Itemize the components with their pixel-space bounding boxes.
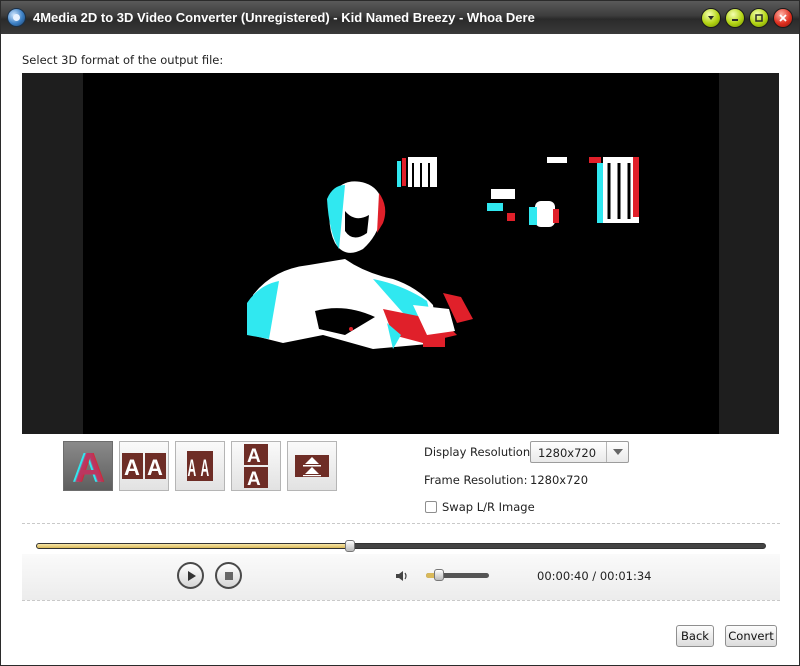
- anaglyph-video-image: [247, 156, 639, 349]
- volume-handle[interactable]: [433, 569, 444, 581]
- display-resolution-select[interactable]: 1280x720: [530, 441, 629, 463]
- play-icon: [187, 570, 196, 581]
- speaker-icon[interactable]: [394, 568, 410, 584]
- swap-lr-label[interactable]: Swap L/R Image: [442, 500, 535, 514]
- title-bar[interactable]: 4Media 2D to 3D Video Converter (Unregis…: [1, 1, 799, 34]
- film-reel-icon[interactable]: [7, 8, 26, 27]
- top-bottom-icon: A A: [244, 444, 268, 488]
- stop-button[interactable]: [215, 562, 242, 589]
- top-bottom-half-icon: [295, 455, 329, 477]
- svg-text:A: A: [247, 469, 261, 488]
- svg-text:A: A: [124, 455, 140, 479]
- window-title: 4Media 2D to 3D Video Converter (Unregis…: [33, 10, 535, 25]
- svg-text:A: A: [201, 456, 210, 481]
- seek-handle[interactable]: [345, 540, 356, 552]
- format-side-by-side-button[interactable]: A A: [119, 441, 169, 491]
- seek-bar[interactable]: [36, 540, 766, 552]
- format-prompt: Select 3D format of the output file:: [22, 53, 224, 67]
- display-resolution-label: Display Resolution:: [424, 445, 535, 459]
- display-resolution-value: 1280x720: [538, 446, 597, 460]
- side-by-side-half-icon: A A: [187, 451, 213, 481]
- volume-slider[interactable]: [426, 569, 489, 581]
- svg-text:A: A: [147, 455, 163, 479]
- seek-progress-fill: [37, 544, 351, 548]
- chevron-down-icon[interactable]: [701, 8, 721, 28]
- window-shape-right: [547, 157, 639, 223]
- divider: [22, 523, 780, 524]
- format-side-by-side-half-button[interactable]: A A: [175, 441, 225, 491]
- person: [247, 181, 473, 349]
- format-top-bottom-button[interactable]: A A: [231, 441, 281, 491]
- main-window: 4Media 2D to 3D Video Converter (Unregis…: [0, 0, 800, 666]
- format-anaglyph-button[interactable]: A A A: [63, 441, 113, 491]
- convert-button[interactable]: Convert: [725, 625, 777, 647]
- chevron-down-icon[interactable]: [606, 442, 628, 462]
- frame-resolution-value: 1280x720: [530, 473, 589, 487]
- window-shape: [397, 156, 437, 188]
- back-button[interactable]: Back: [676, 625, 714, 647]
- svg-text:A: A: [74, 444, 104, 488]
- anaglyph-a-icon: A A A: [72, 444, 105, 488]
- playback-controls: 00:00:40 / 00:01:34: [22, 554, 780, 601]
- svg-text:A: A: [247, 446, 261, 467]
- swap-lr-checkbox[interactable]: [425, 501, 437, 513]
- lights: [487, 189, 559, 227]
- video-frame: [83, 73, 719, 434]
- svg-text:A: A: [188, 456, 197, 481]
- frame-resolution-label: Frame Resolution:: [424, 473, 528, 487]
- play-button[interactable]: [177, 562, 204, 589]
- video-preview: [22, 73, 779, 434]
- time-display: 00:00:40 / 00:01:34: [537, 569, 652, 583]
- format-top-bottom-half-button[interactable]: [287, 441, 337, 491]
- stop-icon: [224, 571, 233, 580]
- maximize-icon[interactable]: [749, 8, 769, 28]
- minimize-icon[interactable]: [725, 8, 745, 28]
- close-icon[interactable]: [773, 8, 793, 28]
- side-by-side-aa-icon: A A: [122, 453, 166, 479]
